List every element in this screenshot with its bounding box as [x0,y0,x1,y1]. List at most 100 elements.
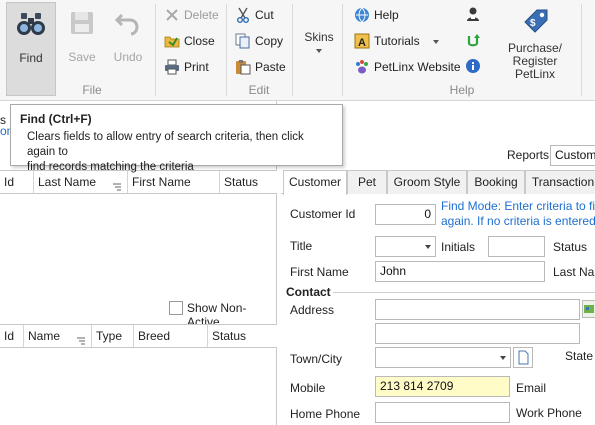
price-tag-icon: $ [519,4,551,36]
undo-button[interactable]: Undo [106,2,150,78]
petlinx-website-button[interactable]: PetLinx Website [354,56,461,78]
tooltip-title: Find (Ctrl+F) [20,112,92,126]
status-label: Status [553,240,588,254]
paw-print-icon [354,59,370,75]
user-agent-icon[interactable] [465,6,481,25]
col-header-last-name-label: Last Name [38,175,97,189]
address-line1-field[interactable] [375,299,580,320]
close-folder-icon [164,33,180,49]
petlinx-website-label: PetLinx Website [374,60,461,74]
copy-label: Copy [255,34,284,48]
document-icon [518,350,529,365]
edit-group-label: Edit [248,83,270,97]
scissors-icon [235,7,251,23]
find-mode-hint: Find Mode: Enter criteria to find again.… [441,199,595,229]
work-phone-label: Work Phone [516,406,582,420]
undo-arrow-icon [113,8,143,41]
pet-col-header-breed[interactable]: Breed [134,325,208,347]
group-separator [292,4,293,96]
tutorials-label: Tutorials [374,34,420,48]
town-city-lookup-button[interactable] [513,347,533,368]
help-group-label: Help [449,83,475,97]
address-lookup-button[interactable] [582,300,595,318]
pet-col-header-id[interactable]: Id [0,325,24,347]
save-label: Save [68,50,96,64]
chevron-down-icon [316,49,322,53]
tab-pet[interactable]: Pet [347,170,387,194]
close-button[interactable]: Close [164,30,215,52]
help-label: Help [374,8,399,22]
cut-label: Cut [255,8,274,22]
purchase-register-button[interactable]: $ Purchase/ Register PetLinx [492,4,578,81]
tutorial-a-icon: A [354,33,370,49]
customer-id-field[interactable]: 0 [375,204,436,225]
tab-booking[interactable]: Booking [467,170,525,194]
tab-transaction[interactable]: Transaction [525,170,595,194]
pet-col-header-status[interactable]: Status [208,325,277,347]
cut-button[interactable]: Cut [235,4,274,26]
home-phone-field[interactable] [375,402,510,423]
pet-col-header-name[interactable]: Name [24,325,92,347]
copy-button[interactable]: Copy [235,30,283,52]
print-button[interactable]: Print [164,56,209,78]
mobile-field[interactable]: 213 814 2709 [375,376,510,397]
floppy-disk-icon [67,8,97,41]
copy-icon [235,33,251,49]
paste-button[interactable]: Paste [235,56,286,78]
sort-icon [112,177,122,191]
contact-section-title: Contact [286,285,331,299]
skins-label: Skins [304,30,334,44]
show-non-active-checkbox[interactable] [169,301,183,315]
town-city-dropdown[interactable] [375,347,511,368]
address-label: Address [290,303,335,317]
map-icon [584,305,594,313]
initials-label: Initials [441,240,476,254]
save-button[interactable]: Save [60,2,104,78]
email-label: Email [516,381,547,395]
first-name-label: First Name [290,265,349,279]
delete-x-icon [164,7,180,23]
print-label: Print [184,60,209,74]
delete-label: Delete [184,8,219,22]
state-label: State [565,349,594,363]
refresh-arrow-icon[interactable] [465,32,481,51]
find-mode-hint-line1: Find Mode: Enter criteria to find [441,199,595,213]
paste-label: Paste [255,60,286,74]
title-dropdown[interactable] [375,236,436,257]
section-divider [333,292,595,293]
tab-groom-style[interactable]: Groom Style [387,170,467,194]
mobile-label: Mobile [290,381,326,395]
paste-clipboard-icon [235,59,251,75]
skins-button[interactable]: Skins [298,30,340,53]
help-button[interactable]: Help [354,4,399,26]
svg-text:A: A [358,37,366,49]
last-name-label: Last Nam [553,265,595,279]
customer-id-label: Customer Id [290,207,356,221]
find-mode-hint-line2: again. If no criteria is entered, a [441,214,595,228]
sort-icon [76,331,86,345]
help-globe-icon [354,7,370,23]
svg-text:$: $ [530,18,536,29]
first-name-field[interactable]: John [375,261,545,282]
pet-col-header-type[interactable]: Type [92,325,134,347]
town-city-label: Town/City [290,352,343,366]
tutorials-button[interactable]: A Tutorials [354,30,439,52]
home-phone-label: Home Phone [290,407,361,421]
tooltip-body-line1: Clears fields to allow entry of search c… [27,131,304,158]
find-button[interactable]: Find [6,2,56,96]
chevron-down-icon [500,356,506,360]
info-icon[interactable] [465,58,481,77]
printer-icon [164,59,180,75]
reports-label: Reports [507,148,550,162]
title-label: Title [290,239,313,253]
initials-field[interactable] [488,236,545,257]
purchase-label-line2: Register PetLinx [512,54,558,81]
address-line2-field[interactable] [375,323,580,344]
find-label: Find [19,51,43,65]
close-label: Close [184,34,215,48]
find-tooltip: Find (Ctrl+F) Clears fields to allow ent… [10,104,343,173]
group-separator [581,4,582,96]
pet-grid-header: Id Name Type Breed Status [0,324,277,348]
delete-button[interactable]: Delete [164,4,219,26]
reports-dropdown[interactable]: Custome [550,145,595,166]
